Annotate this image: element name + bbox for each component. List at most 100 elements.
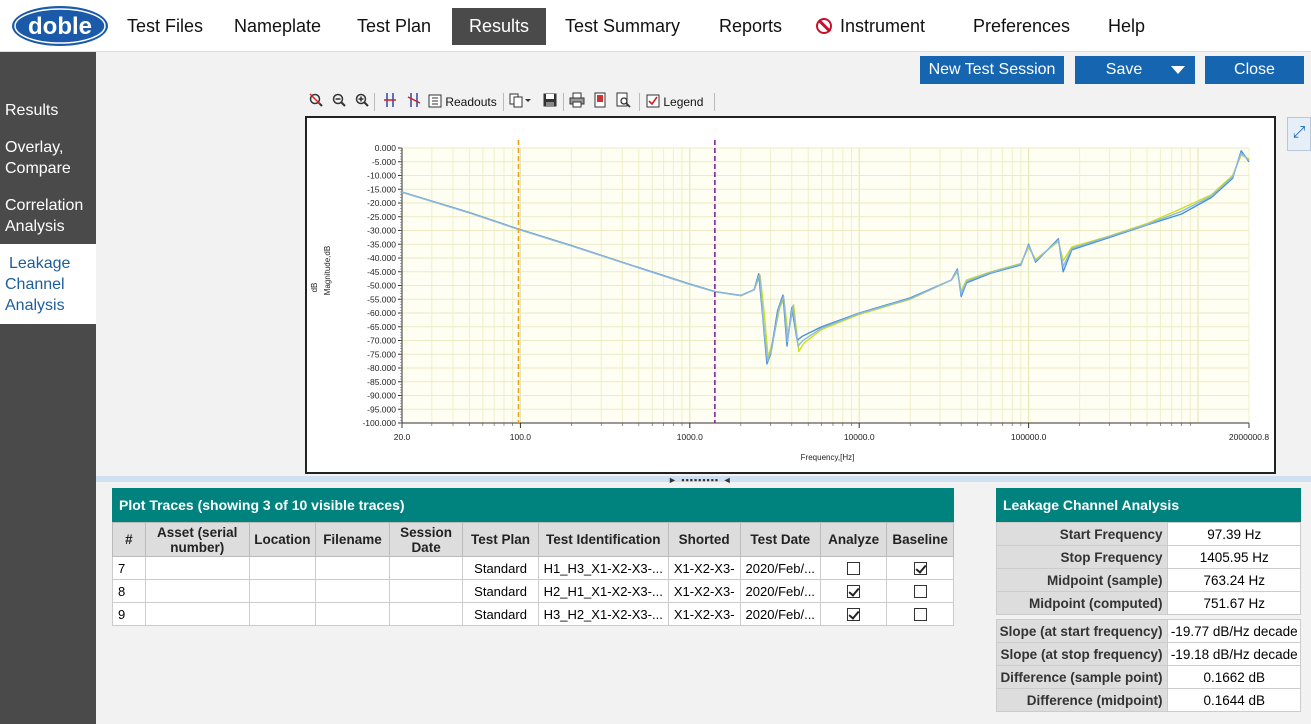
col-header-location[interactable]: Location <box>248 522 317 557</box>
y-tick-label: -25.000 <box>367 212 396 222</box>
cell-analyze <box>819 579 888 603</box>
col-header-shorted[interactable]: Shorted <box>667 522 741 557</box>
col-header-test-identification[interactable]: Test Identification <box>537 522 669 557</box>
table-row[interactable]: 7 Standard H1_H3_X1-X2-X3-... X1-X2-X3- … <box>112 556 954 580</box>
col-header-analyze[interactable]: Analyze <box>819 522 888 557</box>
close-button[interactable]: Close <box>1205 56 1304 84</box>
col-header-test-date[interactable]: Test Date <box>739 522 821 557</box>
menu-results[interactable]: Results <box>452 8 546 45</box>
leakage-row: Stop Frequency 1405.95 Hz <box>995 545 1301 569</box>
y-tick-label: -60.000 <box>367 308 396 318</box>
sidebar-item-leakage-channel-analysis[interactable]: Leakage Channel Analysis <box>0 244 96 324</box>
plot-traces-table: # Asset (serial number) Location Filenam… <box>112 522 954 626</box>
cell-baseline <box>886 602 954 626</box>
chart-svg: 0.000 -5.000 -10.000 -15.000 -20.000 -25.000 -… <box>310 140 1269 462</box>
x-tick-label: 20.0 <box>394 432 411 442</box>
cell-location <box>248 579 317 603</box>
y-tick-label: -20.000 <box>367 198 396 208</box>
y-tick-label: -65.000 <box>367 322 396 332</box>
sidebar-item-results[interactable]: Results <box>0 100 96 128</box>
menu-bar: doble Test Files Nameplate Test Plan Res… <box>0 0 1311 52</box>
baseline-checkbox[interactable] <box>913 561 927 575</box>
new-test-session-button[interactable]: New Test Session <box>920 56 1064 84</box>
app-window: doble Test Files Nameplate Test Plan Res… <box>0 0 1311 724</box>
expand-icon[interactable]: ⤢ <box>1287 117 1311 151</box>
save-image-icon[interactable] <box>542 92 558 112</box>
y-axis-unit-label: dB <box>310 283 319 293</box>
zoom-out-icon[interactable] <box>331 92 347 112</box>
leakage-label: Midpoint (computed) <box>995 591 1169 615</box>
col-header-session-date[interactable]: Session Date <box>388 522 464 557</box>
legend-toggle[interactable]: Legend <box>646 92 703 112</box>
y-tick-label: -95.000 <box>367 404 396 414</box>
menu-instrument[interactable]: Instrument <box>804 8 937 45</box>
y-tick-label: -100.000 <box>362 418 396 428</box>
leakage-value: 763.24 Hz <box>1167 568 1301 592</box>
x-tick-label: 100.0 <box>510 432 532 442</box>
zoom-in-icon[interactable] <box>354 92 370 112</box>
col-header-num[interactable]: # <box>112 522 146 557</box>
print-icon[interactable] <box>569 92 585 112</box>
cell-test-plan: Standard <box>462 579 539 603</box>
y-tick-label: -80.000 <box>367 363 396 373</box>
col-header-test-plan[interactable]: Test Plan <box>462 522 539 557</box>
y-tick-label: -30.000 <box>367 226 396 236</box>
leakage-label: Start Frequency <box>995 522 1169 546</box>
splitter-grip-icon[interactable]: ► ▪▪▪▪▪▪▪▪▪ ◄ <box>668 475 733 485</box>
analyze-checkbox[interactable] <box>847 607 861 621</box>
sidebar-item-label: Analysis <box>5 297 65 314</box>
menu-instrument-label: Instrument <box>840 16 926 36</box>
menu-nameplate[interactable]: Nameplate <box>222 8 333 45</box>
cell-shorted: X1-X2-X3- <box>667 602 741 626</box>
leakage-row: Midpoint (sample) 763.24 Hz <box>995 568 1301 592</box>
table-header-row: # Asset (serial number) Location Filenam… <box>112 522 954 557</box>
cell-num: 9 <box>112 602 146 626</box>
sidebar-item-label: Overlay, <box>5 139 64 156</box>
cell-test-identification: H2_H1_X1-X2-X3-... <box>537 579 669 603</box>
save-dropdown-icon[interactable] <box>1171 66 1185 74</box>
frequency-response-chart[interactable]: 0.000 -5.000 -10.000 -15.000 -20.000 -25.000 -… <box>305 116 1276 474</box>
cell-filename <box>315 579 390 603</box>
y-tick-label: -75.000 <box>367 349 396 359</box>
baseline-checkbox[interactable] <box>913 607 927 621</box>
table-row[interactable]: 8 Standard H2_H1_X1-X2-X3-... X1-X2-X3- … <box>112 579 954 603</box>
menu-reports[interactable]: Reports <box>707 8 794 45</box>
y-tick-label: 0.000 <box>375 143 397 153</box>
leakage-value: 751.67 Hz <box>1167 591 1301 615</box>
cursor-a-icon[interactable] <box>382 92 398 112</box>
leakage-value: -19.77 dB/Hz decade <box>1167 619 1301 643</box>
reset-zoom-icon[interactable] <box>308 92 324 112</box>
y-tick-label: -10.000 <box>367 171 396 181</box>
baseline-checkbox[interactable] <box>913 584 927 598</box>
menu-help[interactable]: Help <box>1096 8 1157 45</box>
col-header-asset[interactable]: Asset (serial number) <box>144 522 250 557</box>
leakage-analysis-table: Start Frequency 97.39 Hz Stop Frequency 14… <box>995 522 1301 712</box>
x-tick-label: 100000.0 <box>1011 432 1047 442</box>
sidebar-item-overlay-compare[interactable]: Overlay, Compare <box>0 137 96 181</box>
cell-test-plan: Standard <box>462 602 539 626</box>
col-header-filename[interactable]: Filename <box>315 522 390 557</box>
analyze-checkbox[interactable] <box>847 584 861 598</box>
y-tick-label: -55.000 <box>367 294 396 304</box>
cell-test-identification: H1_H3_X1-X2-X3-... <box>537 556 669 580</box>
table-row[interactable]: 9 Standard H3_H2_X1-X2-X3-... X1-X2-X3- … <box>112 602 954 626</box>
plot-traces-title: Plot Traces (showing 3 of 10 visible tra… <box>112 488 954 522</box>
page-setup-icon[interactable] <box>592 92 608 112</box>
leakage-row: Midpoint (computed) 751.67 Hz <box>995 591 1301 615</box>
menu-test-summary[interactable]: Test Summary <box>553 8 692 45</box>
menu-test-files[interactable]: Test Files <box>115 8 215 45</box>
readouts-button[interactable]: Readouts <box>428 92 497 112</box>
sidebar-item-correlation-analysis[interactable]: Correlation Analysis <box>0 195 96 239</box>
col-header-baseline[interactable]: Baseline <box>886 522 954 557</box>
leakage-row: Slope (at stop frequency) -19.18 dB/Hz de… <box>995 642 1301 666</box>
menu-test-plan[interactable]: Test Plan <box>345 8 443 45</box>
copy-icon[interactable] <box>509 92 531 112</box>
cell-test-date: 2020/Feb/... <box>739 579 821 603</box>
menu-preferences[interactable]: Preferences <box>961 8 1082 45</box>
y-tick-label: -15.000 <box>367 184 396 194</box>
save-button[interactable]: Save <box>1075 56 1195 84</box>
analyze-checkbox[interactable] <box>847 561 861 575</box>
cell-num: 7 <box>112 556 146 580</box>
print-preview-icon[interactable] <box>615 92 631 112</box>
cursor-b-icon[interactable] <box>406 92 422 112</box>
